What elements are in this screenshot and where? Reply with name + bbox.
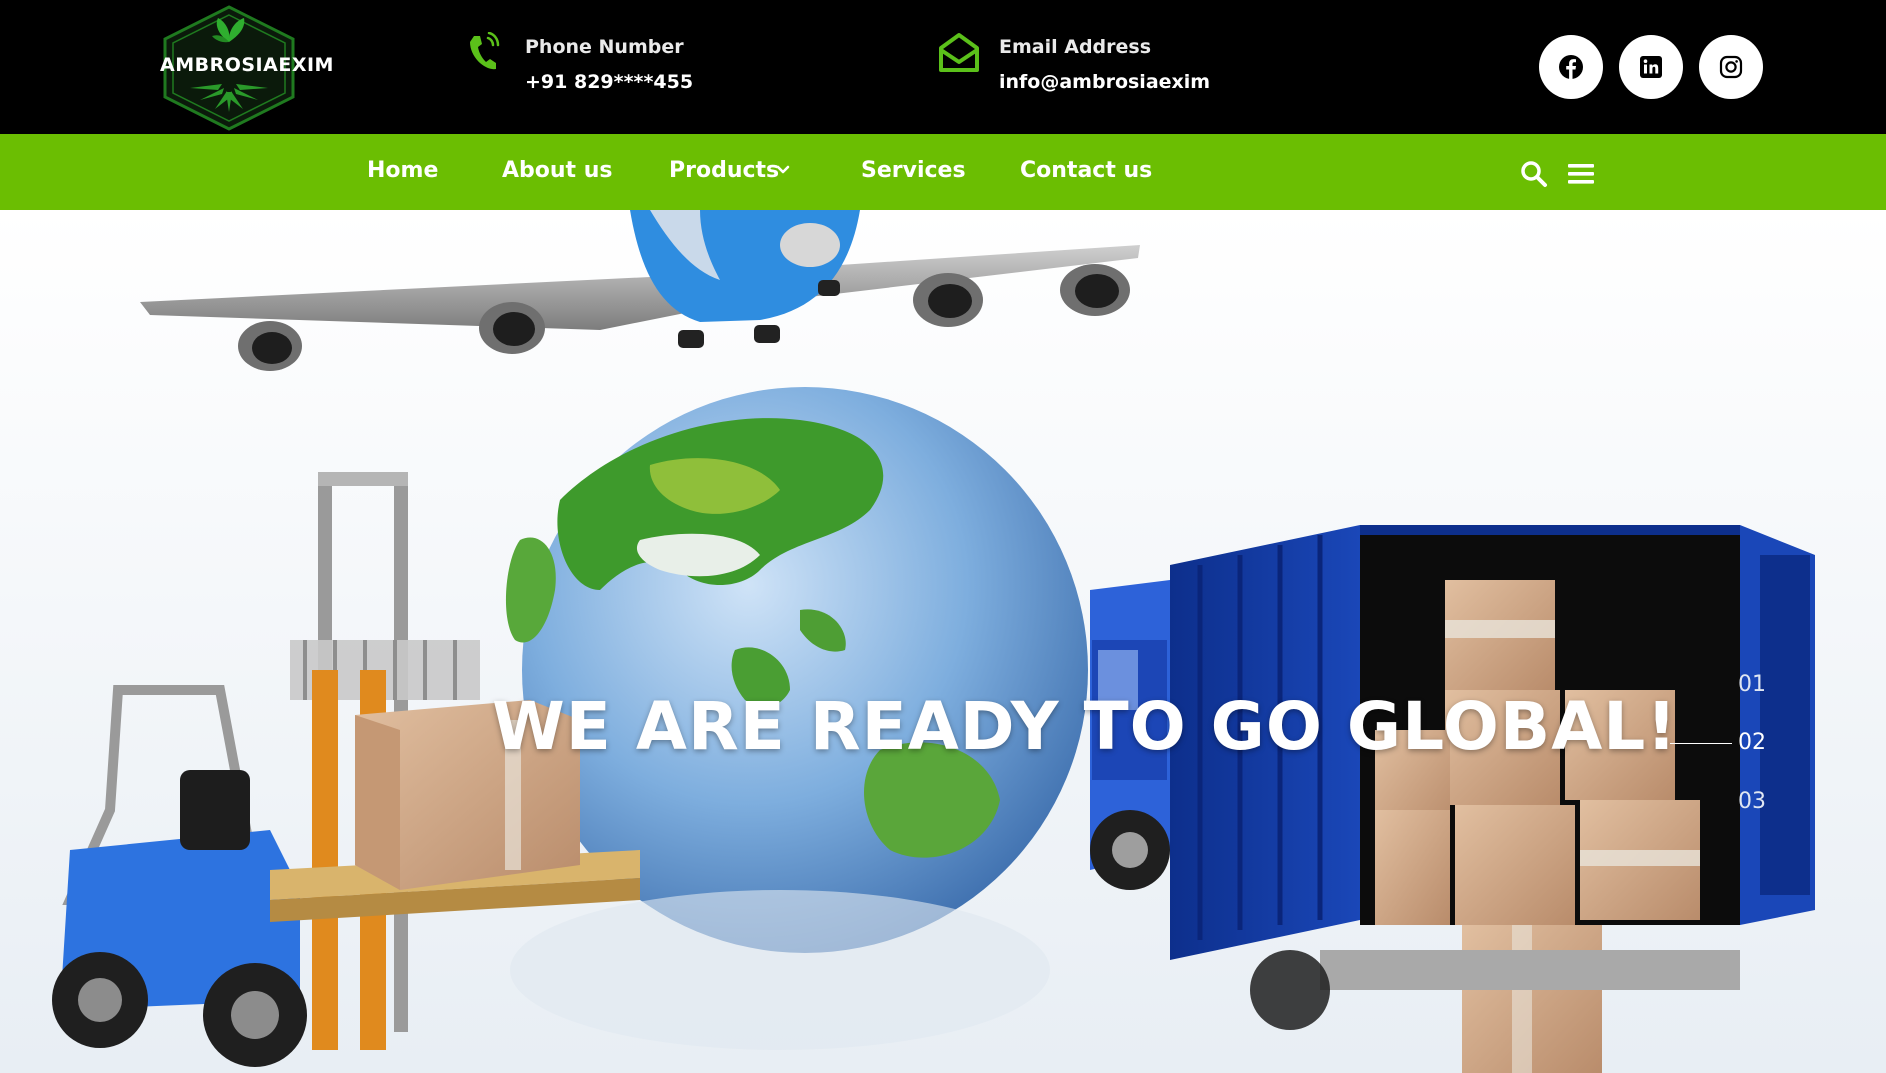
facebook-link[interactable]	[1539, 35, 1603, 99]
nav-item-home[interactable]: Home	[367, 158, 438, 183]
nav-item-services[interactable]: Services	[861, 158, 966, 183]
slide-indicator-2[interactable]: 02	[1738, 730, 1766, 755]
hero-headline: WE ARE READY TO GO GLOBAL!	[492, 688, 1678, 765]
nav-item-about-us[interactable]: About us	[502, 158, 612, 183]
nav-item-products[interactable]: Products	[669, 158, 779, 183]
phone-icon	[470, 32, 500, 70]
email-value[interactable]: info@ambrosiaexim	[999, 71, 1210, 93]
slide-indicator-1[interactable]: 01	[1738, 672, 1766, 697]
hamburger-menu-icon[interactable]	[1568, 163, 1594, 185]
envelope-icon	[939, 33, 979, 72]
site-logo[interactable]: AMBROSIAEXIM	[160, 4, 334, 132]
nav-item-contact-us[interactable]: Contact us	[1020, 158, 1152, 183]
chevron-down-icon[interactable]	[776, 164, 790, 176]
facebook-icon	[1559, 55, 1583, 79]
top-bar: AMBROSIAEXIM Phone Number +91 829****455…	[0, 0, 1886, 134]
instagram-link[interactable]	[1699, 35, 1763, 99]
phone-value[interactable]: +91 829****455	[525, 71, 693, 93]
instagram-icon	[1719, 55, 1743, 79]
hero-slider: WE ARE READY TO GO GLOBAL! 01 02 03	[0, 210, 1886, 1073]
logo-text: AMBROSIAEXIM	[160, 54, 334, 76]
phone-title: Phone Number	[525, 36, 684, 58]
slide-indicator-3[interactable]: 03	[1738, 789, 1766, 814]
search-icon[interactable]	[1520, 160, 1548, 188]
linkedin-icon	[1640, 56, 1662, 78]
linkedin-link[interactable]	[1619, 35, 1683, 99]
email-title: Email Address	[999, 36, 1152, 58]
active-slide-line	[1670, 743, 1732, 744]
hero-illustration	[0, 210, 1886, 1073]
main-nav: Home About us Products Services Contact …	[0, 134, 1886, 210]
